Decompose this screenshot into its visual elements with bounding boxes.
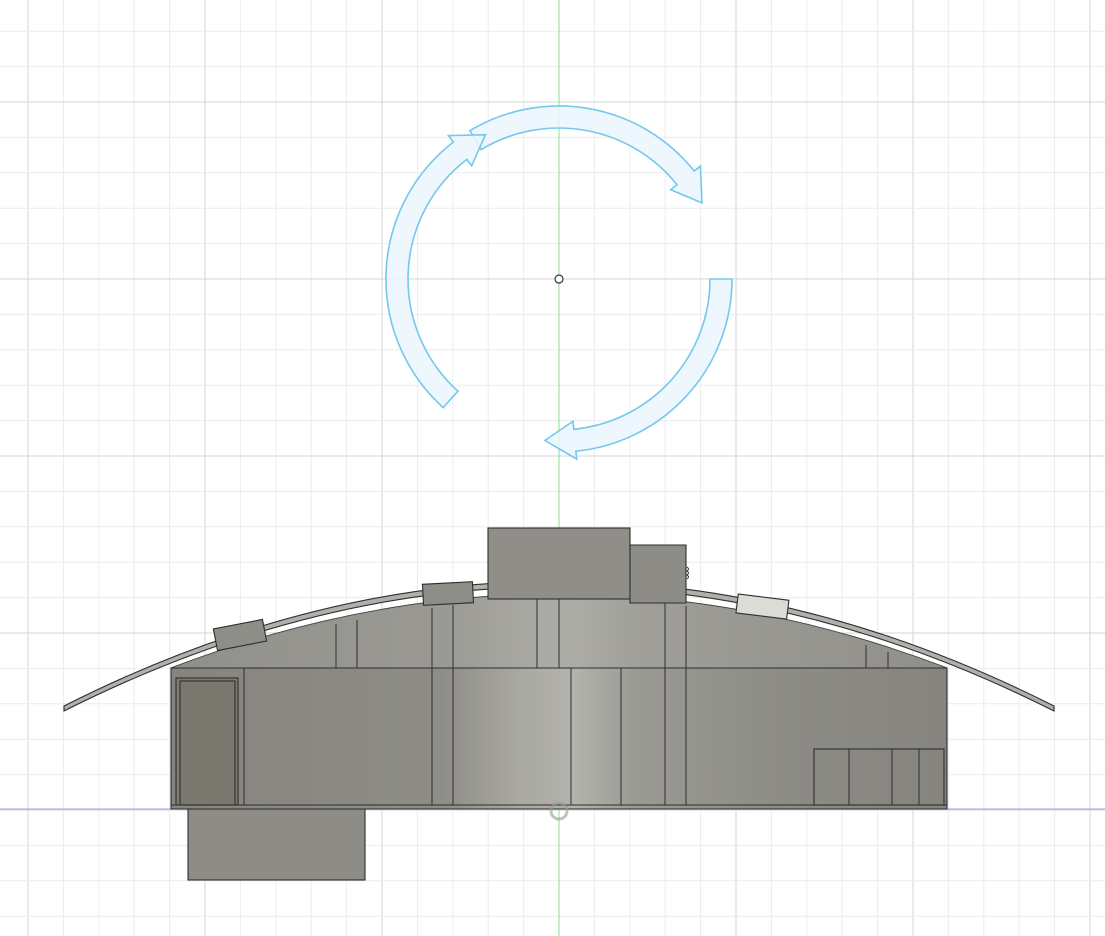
cad-viewport[interactable] [0,0,1105,936]
door-panel[interactable] [175,677,239,806]
rotate-arrow-top[interactable] [468,105,703,205]
rooftop-block-small[interactable] [629,544,689,604]
circle-pivot-icon[interactable] [554,274,564,284]
rotate-arrow-right[interactable] [543,278,733,461]
rotate-arrow-left[interactable] [385,133,487,409]
canvas[interactable] [0,0,1105,936]
roof-vent-center[interactable] [421,581,475,606]
underside-block[interactable] [187,808,366,881]
rooftop-block-large[interactable] [487,527,631,600]
